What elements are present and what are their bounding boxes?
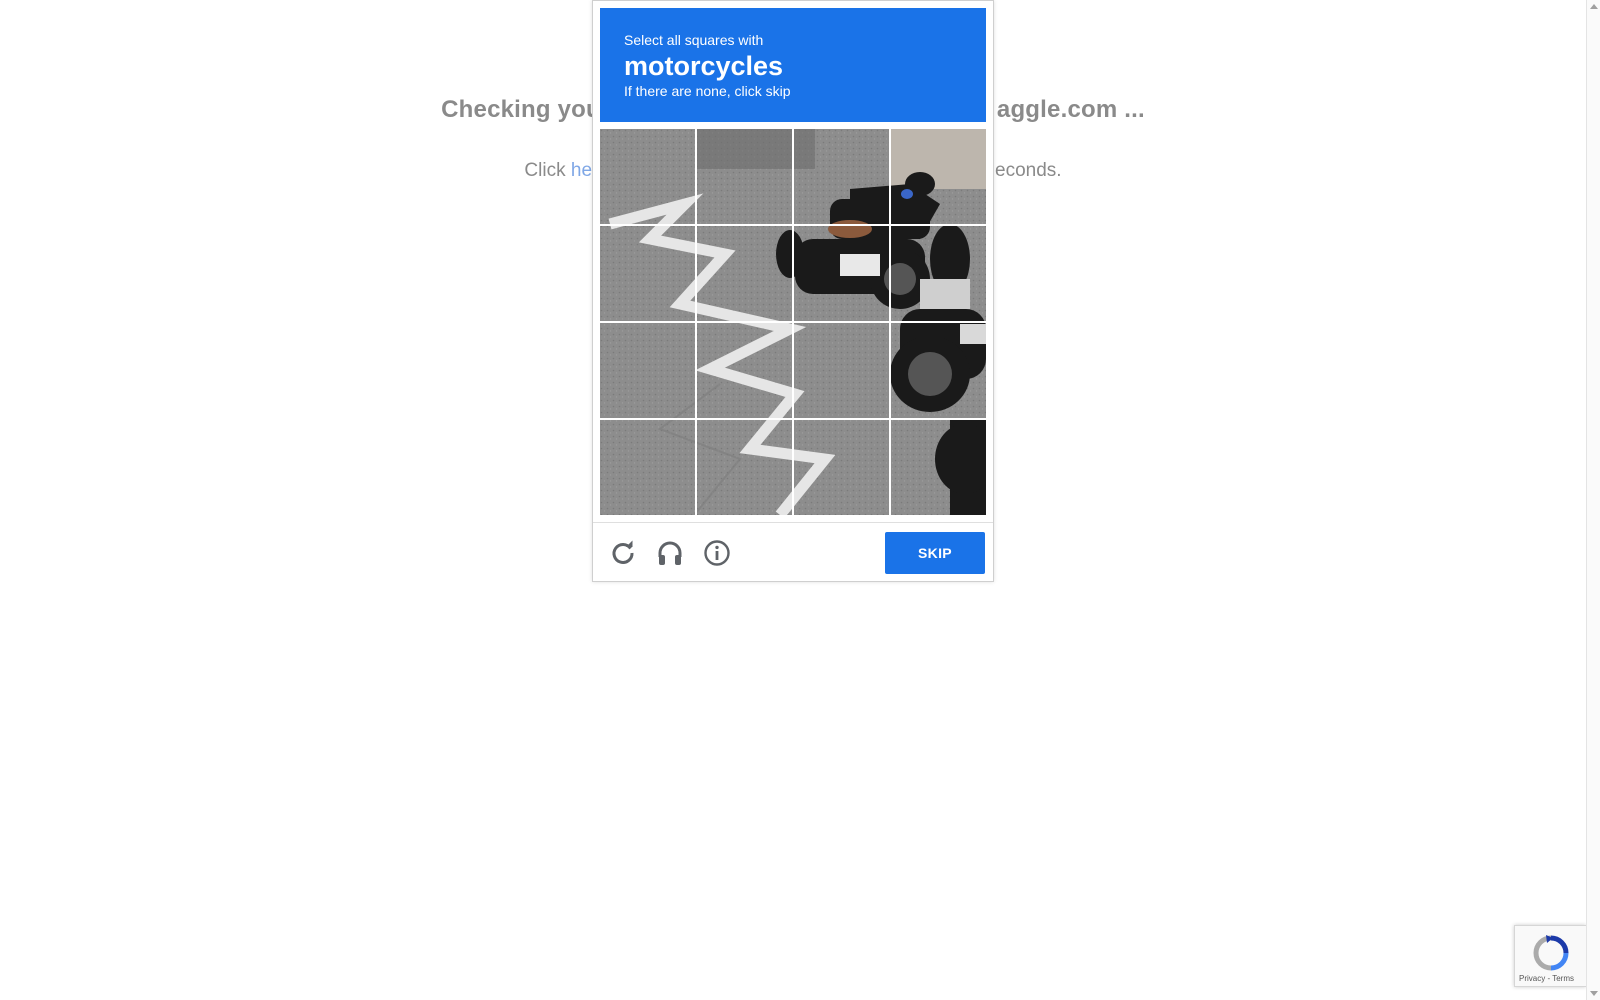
captcha-footer: SKIP [593, 522, 993, 582]
scroll-down-arrow-icon[interactable] [1590, 991, 1598, 996]
skip-hint: If there are none, click skip [624, 83, 791, 99]
grid-tile[interactable] [697, 323, 792, 418]
image-grid [600, 129, 986, 515]
grid-tile[interactable] [600, 420, 695, 515]
target-object: motorcycles [624, 51, 784, 81]
grid-tile[interactable] [600, 323, 695, 418]
grid-tile[interactable] [600, 226, 695, 321]
grid-tile[interactable] [697, 226, 792, 321]
grid-tile[interactable] [891, 129, 986, 224]
terms-link[interactable]: Terms [1552, 974, 1574, 983]
skip-button[interactable]: SKIP [885, 532, 985, 574]
reload-icon[interactable] [609, 539, 637, 567]
instruction-text: Select all squares with [624, 32, 764, 48]
notice-suffix: econds. [995, 160, 1062, 181]
heading-right-text: aggle.com ... [996, 96, 1145, 123]
grid-tile[interactable] [891, 226, 986, 321]
grid-tile[interactable] [697, 129, 792, 224]
heading-left-text: Checking you [441, 96, 601, 123]
here-link[interactable]: he [571, 160, 592, 181]
captcha-header: Select all squares with motorcycles If t… [600, 8, 986, 122]
captcha-challenge: Select all squares with motorcycles If t… [592, 0, 994, 582]
privacy-link[interactable]: Privacy [1519, 974, 1545, 983]
page: Checking you aggle.com ... Click he econds… [0, 0, 1600, 1000]
info-icon[interactable] [703, 539, 731, 567]
notice-prefix: Click [524, 160, 571, 181]
recaptcha-badge[interactable]: Privacy - Terms [1514, 925, 1586, 987]
recaptcha-logo-icon [1533, 935, 1569, 976]
grid-tile[interactable] [891, 323, 986, 418]
grid-tile[interactable] [794, 420, 889, 515]
grid-tile[interactable] [891, 420, 986, 515]
scroll-up-arrow-icon[interactable] [1590, 4, 1598, 9]
badge-links: Privacy - Terms [1519, 974, 1574, 983]
grid-tile[interactable] [794, 129, 889, 224]
page-scrollbar[interactable] [1586, 0, 1600, 1000]
headphones-icon[interactable] [656, 539, 684, 567]
grid-tile[interactable] [794, 226, 889, 321]
grid-tile[interactable] [697, 420, 792, 515]
grid-tile[interactable] [600, 129, 695, 224]
grid-tile[interactable] [794, 323, 889, 418]
